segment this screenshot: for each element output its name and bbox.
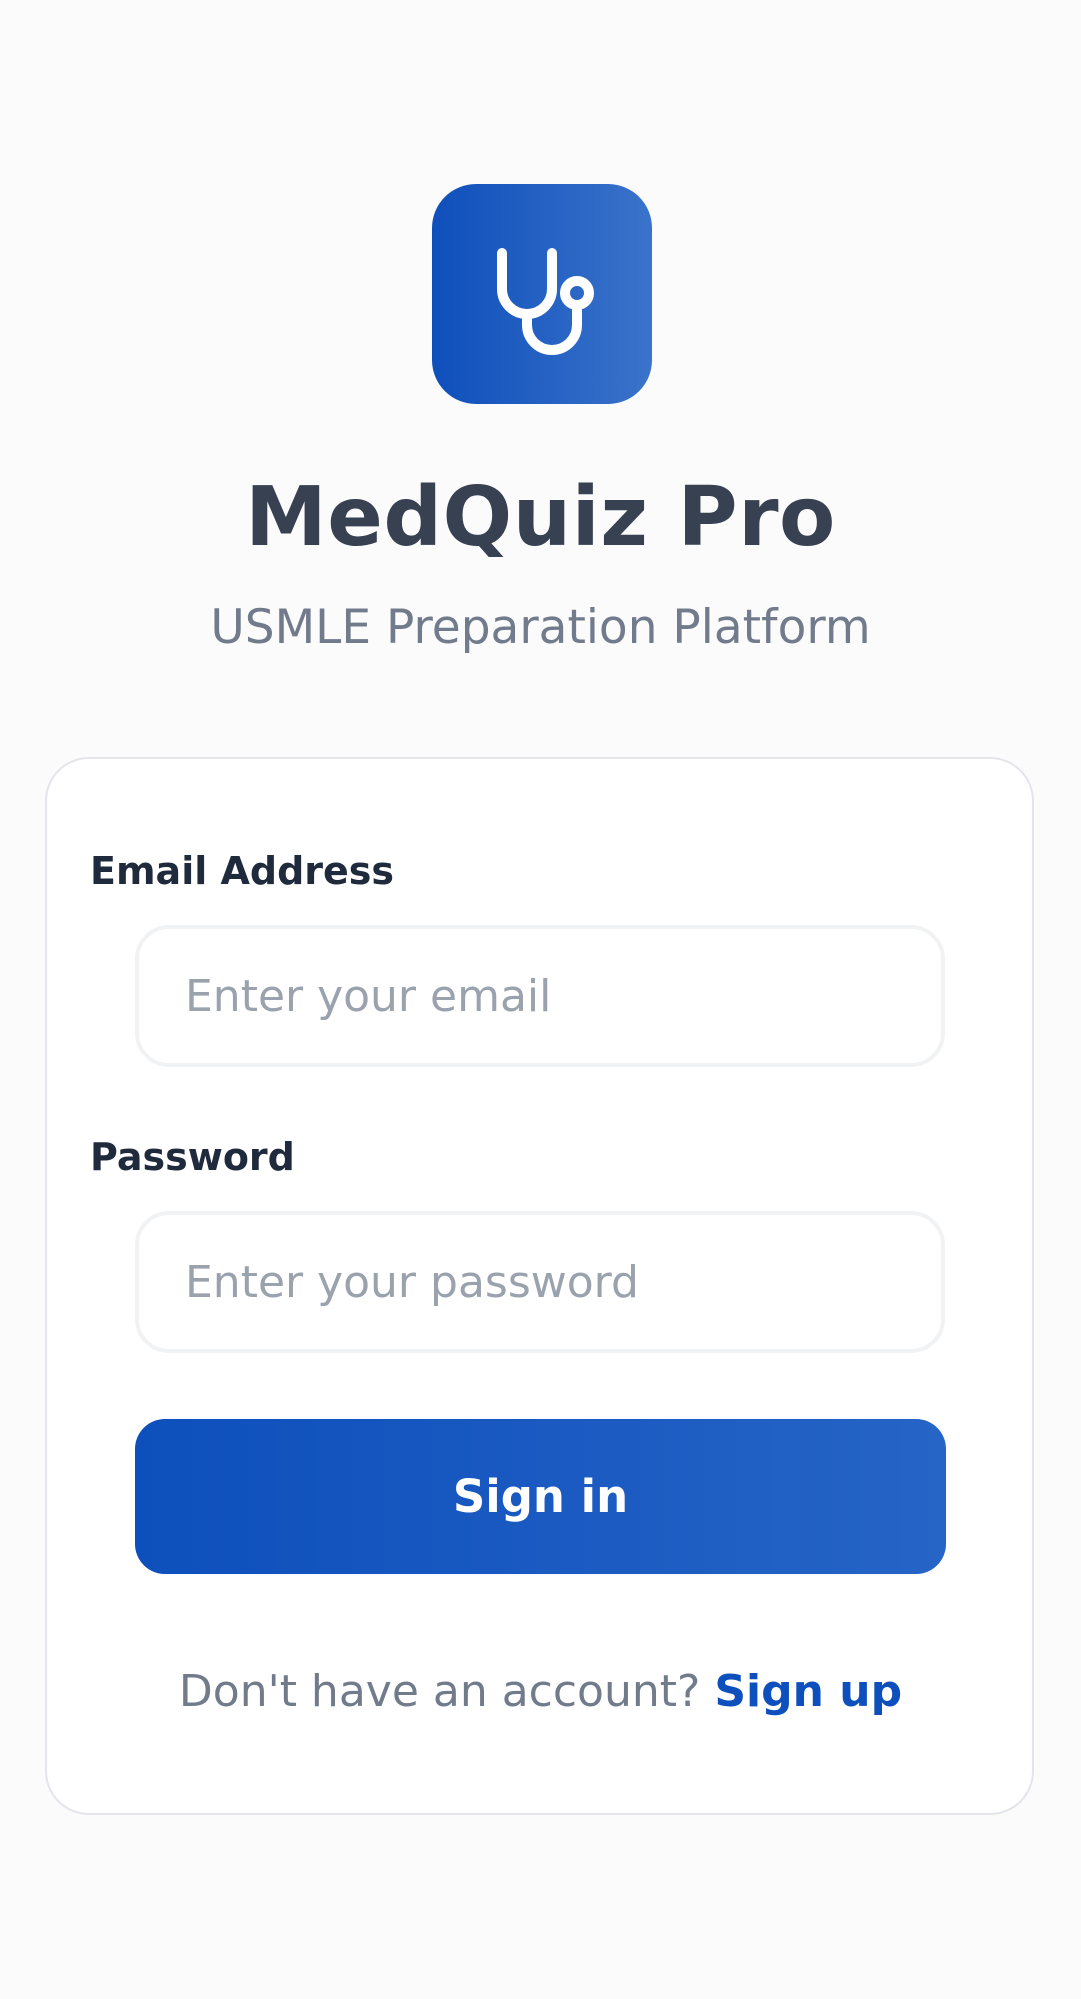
signup-row: Don't have an account? Sign up bbox=[0, 1665, 1081, 1719]
signup-prompt: Don't have an account? bbox=[178, 1666, 715, 1717]
app-title: MedQuiz Pro bbox=[245, 470, 836, 565]
login-page: MedQuiz Pro USMLE Preparation Platform E… bbox=[0, 0, 1081, 1999]
sign-up-link[interactable]: Sign up bbox=[714, 1666, 902, 1717]
stethoscope-icon bbox=[497, 248, 594, 355]
app-logo bbox=[432, 184, 652, 404]
password-label: Password bbox=[90, 1135, 295, 1179]
password-field[interactable] bbox=[135, 1211, 945, 1353]
app-subtitle: USMLE Preparation Platform bbox=[210, 600, 871, 655]
email-label: Email Address bbox=[90, 849, 395, 893]
email-field[interactable] bbox=[135, 925, 945, 1067]
sign-in-button[interactable]: Sign in bbox=[135, 1419, 946, 1574]
